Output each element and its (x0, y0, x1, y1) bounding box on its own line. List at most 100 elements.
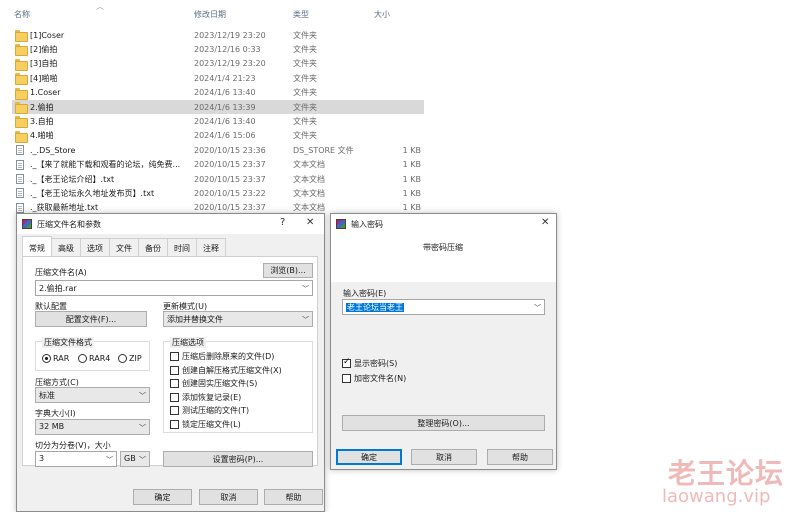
format-group: 压缩文件格式 RAR RAR4 ZIP (35, 337, 150, 371)
file-date: 2023/12/16 0:33 (194, 44, 261, 54)
file-row[interactable]: ._【老王论坛永久地址发布页】.txt 2020/10/15 23:22 文本文档 1… (12, 186, 424, 200)
archive-cancel-button[interactable]: 取消 (199, 489, 258, 505)
close-icon[interactable]: ✕ (306, 217, 314, 228)
compression-option-checkbox[interactable]: 添加恢复记录(E) (170, 392, 241, 403)
radio-rar[interactable]: RAR (42, 354, 69, 363)
file-name: ._.DS_Store (30, 145, 76, 155)
tab-comment[interactable]: 注释 (196, 238, 226, 256)
tab-advanced[interactable]: 高级 (51, 238, 81, 256)
tab-general[interactable]: 常规 (22, 236, 52, 256)
chevron-down-icon: ﹀ (139, 424, 146, 432)
archive-dialog-title: 压缩文件名和参数 (37, 220, 101, 229)
chevron-down-icon[interactable]: ﹀ (302, 284, 309, 294)
split-size-field[interactable]: 3 ﹀ (35, 451, 117, 467)
radio-zip[interactable]: ZIP (118, 354, 142, 363)
archive-dialog-titlebar[interactable]: 压缩文件名和参数 ? ✕ (17, 214, 324, 234)
password-help-button[interactable]: 帮助 (487, 449, 553, 465)
folder-row[interactable]: [3]自拍 2023/12/19 23:20 文件夹 (12, 57, 424, 71)
password-header-band: 带密码压缩 (331, 234, 556, 282)
compression-option-checkbox[interactable]: 测试压缩的文件(T) (170, 405, 249, 416)
chevron-down-icon: ﹀ (302, 316, 309, 324)
option-box (170, 419, 179, 429)
compression-option-checkbox[interactable]: 压缩后删除原来的文件(D) (170, 351, 274, 362)
general-tab-panel: 压缩文件名(A) 浏览(B)... 2.偷拍.rar ﹀ 默认配置 配置文件(F… (22, 256, 318, 467)
file-type: 文件夹 (293, 73, 317, 83)
option-box (170, 406, 179, 415)
compression-option-checkbox[interactable]: 创建固实压缩文件(S) (170, 378, 257, 389)
tab-options[interactable]: 选项 (80, 238, 110, 256)
column-header-size[interactable]: 大小 (374, 9, 390, 20)
folder-icon (15, 130, 28, 143)
set-password-button[interactable]: 设置密码(P)... (163, 451, 313, 467)
folder-icon (15, 116, 28, 129)
file-name: [3]自拍 (30, 59, 58, 69)
option-box (170, 352, 179, 361)
column-header-date[interactable]: 修改日期 (194, 9, 226, 20)
tab-backup[interactable]: 备份 (138, 238, 168, 256)
column-header-name[interactable]: 名称 (14, 9, 30, 20)
option-label: 测试压缩的文件(T) (182, 406, 250, 415)
dict-size-value: 32 MB (39, 422, 65, 431)
organize-passwords-button[interactable]: 整理密码(O)... (342, 415, 545, 431)
file-size: 1 KB (402, 203, 421, 213)
dict-size-select[interactable]: 32 MB ﹀ (35, 419, 150, 435)
folder-row[interactable]: [4]啪啪 2024/1/4 21:23 文件夹 (12, 71, 424, 86)
file-name: 4.啪啪 (30, 131, 54, 141)
file-name: ._获取最新地址.txt (30, 203, 99, 213)
radio-rar4[interactable]: RAR4 (78, 354, 110, 363)
encrypt-names-box (342, 374, 351, 383)
archive-ok-button[interactable]: 确定 (133, 489, 192, 505)
folder-row[interactable]: [1]Coser 2023/12/19 23:20 文件夹 (12, 28, 424, 42)
chevron-down-icon: ﹀ (139, 392, 146, 400)
options-group-title: 压缩选项 (170, 337, 206, 348)
method-select[interactable]: 标准 ﹀ (35, 387, 150, 403)
split-unit-select[interactable]: GB ﹀ (120, 451, 150, 467)
chevron-down-icon[interactable]: ﹀ (534, 303, 541, 313)
option-box (170, 379, 179, 388)
file-size: 1 KB (402, 188, 421, 198)
folder-row[interactable]: 3.自拍 2024/1/6 13:40 文件夹 (12, 114, 424, 129)
file-icon (16, 202, 24, 213)
close-icon[interactable]: ✕ (541, 217, 549, 228)
file-date: 2024/1/6 15:06 (194, 131, 256, 141)
archive-help-button[interactable]: 帮助 (264, 489, 323, 505)
method-value: 标准 (39, 391, 55, 400)
tab-time[interactable]: 时间 (167, 238, 197, 256)
help-icon[interactable]: ? (280, 217, 285, 228)
file-row[interactable]: ._【来了就能下载和观看的论坛，纯免费... 2020/10/15 23:37 文本… (12, 158, 424, 172)
folder-row[interactable]: 4.啪啪 2024/1/6 15:06 文件夹 (12, 129, 424, 143)
password-dialog-title: 输入密码 (351, 220, 383, 229)
file-type: 文本文档 (293, 160, 325, 170)
folder-row[interactable]: [2]偷拍 2023/12/16 0:33 文件夹 (12, 42, 424, 57)
file-row[interactable]: ._.DS_Store 2020/10/15 23:36 DS_STORE 文件 1 … (12, 143, 424, 157)
file-type: 文件夹 (293, 44, 317, 54)
password-input[interactable]: 老王论坛当老王 ﹀ (342, 299, 545, 315)
radio-rar4-dot (78, 354, 87, 363)
folder-row[interactable]: 2.偷拍 2024/1/6 13:39 文件夹 (12, 100, 424, 114)
password-dialog-titlebar[interactable]: 输入密码 ✕ (331, 214, 556, 234)
file-size: 1 KB (402, 145, 421, 155)
archive-tabs: 常规 高级 选项 文件 备份 时间 注释 (22, 236, 226, 256)
radio-rar-label: RAR (53, 354, 70, 363)
archive-name-field[interactable]: 2.偷拍.rar ﹀ (35, 280, 313, 296)
password-cancel-button[interactable]: 取消 (411, 449, 477, 465)
option-box (170, 365, 179, 375)
compression-option-checkbox[interactable]: 创建自解压格式压缩文件(X) (170, 365, 282, 376)
encrypt-names-checkbox[interactable]: 加密文件名(N) (342, 373, 406, 384)
split-unit-value: GB (124, 454, 136, 463)
folder-row[interactable]: 1.Coser 2024/1/6 13:40 文件夹 (12, 86, 424, 100)
password-ok-button[interactable]: 确定 (336, 449, 402, 465)
column-header-type[interactable]: 类型 (293, 9, 309, 20)
profiles-button[interactable]: 配置文件(F)... (35, 311, 147, 327)
file-type: DS_STORE 文件 (293, 145, 354, 155)
option-box (170, 392, 179, 402)
browse-button[interactable]: 浏览(B)... (263, 263, 313, 278)
password-heading: 带密码压缩 (423, 243, 463, 252)
file-row[interactable]: ._【老王论坛介绍】.txt 2020/10/15 23:37 文本文档 1 KB (12, 172, 424, 186)
tab-files[interactable]: 文件 (109, 238, 139, 256)
update-mode-select[interactable]: 添加并替换文件 ﹀ (163, 311, 313, 327)
file-name: [2]偷拍 (30, 44, 58, 54)
compression-option-checkbox[interactable]: 锁定压缩文件(L) (170, 419, 241, 430)
file-date: 2020/10/15 23:37 (194, 203, 266, 213)
show-password-checkbox[interactable]: 显示密码(S) (342, 357, 397, 369)
